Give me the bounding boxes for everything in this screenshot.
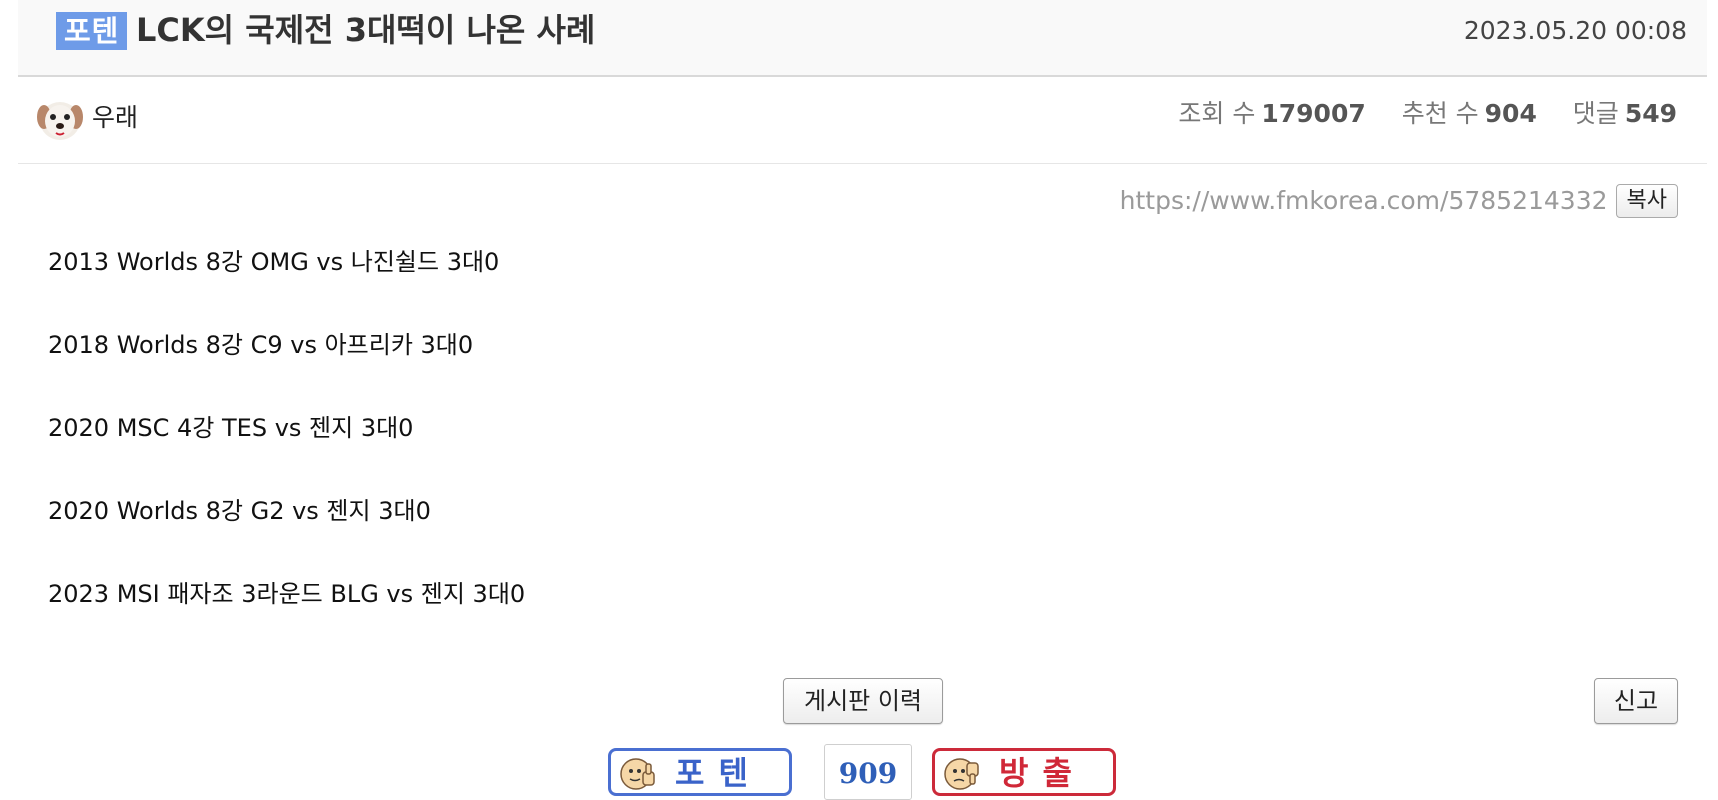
avatar[interactable] [36,95,84,143]
category-badge[interactable]: 포텐 [56,12,128,50]
view-count: 조회 수 179007 [1178,97,1365,131]
comment-count[interactable]: 댓글 549 [1573,97,1677,131]
content-line: 2023 MSI 패자조 3라운드 BLG vs 젠지 3대0 [48,580,526,608]
content-line: 2018 Worlds 8강 C9 vs 아프리카 3대0 [48,331,474,359]
post-url-row: https://www.fmkorea.com/5785214332 복사 [1120,184,1678,222]
recommend-count: 추천 수 904 [1402,97,1537,131]
post-meta: 우래 조회 수 179007 추천 수 904 댓글 549 [18,77,1707,164]
thumbs-down-face-icon [944,758,979,790]
view-count-label: 조회 수 [1178,99,1256,128]
post-title[interactable]: LCK의 국제전 3대떡이 나온 사례 [136,8,595,52]
recommend-count-value: 904 [1484,99,1537,128]
post-date: 2023.05.20 00:08 [1463,16,1687,45]
recommend-count-label: 추천 수 [1401,99,1479,128]
downvote-button[interactable]: 방출 [932,748,1116,796]
dog-avatar-icon [36,95,84,143]
upvote-label: 포텐 [675,754,762,792]
comment-count-label: 댓글 [1572,99,1619,128]
vote-count: 909 [824,744,912,800]
downvote-label: 방출 [999,754,1086,792]
board-history-button[interactable]: 게시판 이력 [783,678,943,724]
post-url[interactable]: https://www.fmkorea.com/5785214332 [1120,184,1608,218]
report-button[interactable]: 신고 [1594,678,1678,724]
upvote-button[interactable]: 포텐 [608,748,792,796]
view-count-value: 179007 [1261,99,1366,128]
post-view: 포텐 LCK의 국제전 3대떡이 나온 사례 2023.05.20 00:08 … [0,0,1718,800]
post-header: 포텐 LCK의 국제전 3대떡이 나온 사례 2023.05.20 00:08 [18,0,1707,77]
content-line: 2020 MSC 4강 TES vs 젠지 3대0 [48,414,414,442]
thumbs-up-face-icon [620,758,655,790]
copy-url-button[interactable]: 복사 [1615,184,1678,218]
content-line: 2013 Worlds 8강 OMG vs 나진쉴드 3대0 [48,248,500,276]
content-line: 2020 Worlds 8강 G2 vs 젠지 3대0 [48,497,431,525]
comment-count-value: 549 [1624,99,1677,128]
author-name[interactable]: 우래 [92,101,138,135]
post-stats: 조회 수 179007 추천 수 904 댓글 549 [1150,97,1677,131]
